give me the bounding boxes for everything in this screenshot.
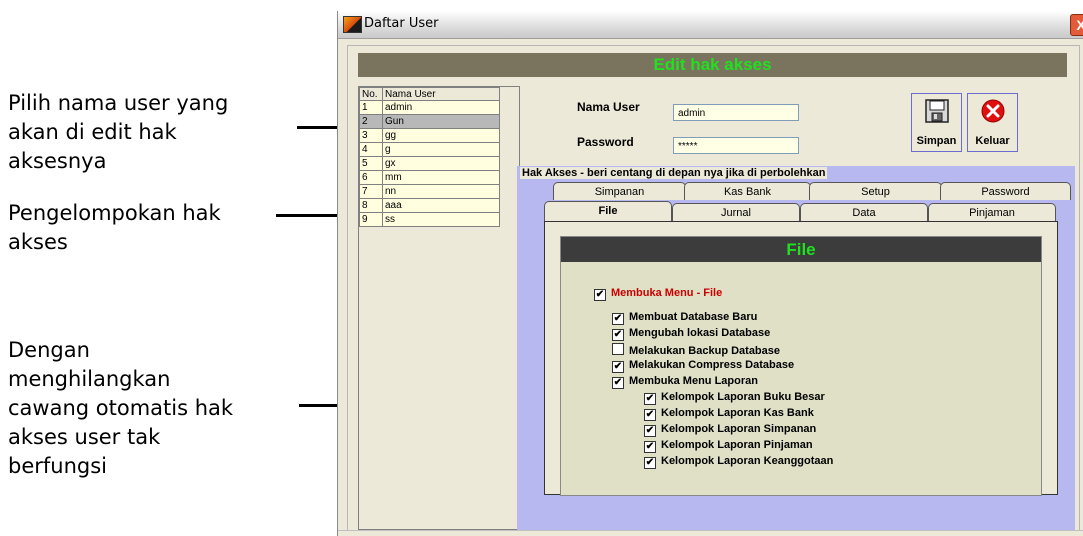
close-icon[interactable]: X <box>1070 14 1083 36</box>
cell-no[interactable]: 3 <box>359 128 383 143</box>
checkbox-laporan-keanggotaan[interactable]: ✔ Kelompok Laporan Keanggotaan <box>644 455 833 469</box>
annotation-grouping: Pengelompokan hak akses <box>8 201 221 254</box>
checkbox-box[interactable]: ✔ <box>612 361 624 373</box>
cell-no[interactable]: 2 <box>359 114 383 129</box>
tab-file[interactable]: File <box>544 201 672 221</box>
cell-user[interactable]: nn <box>382 184 500 199</box>
daftar-user-window: Daftar User X Edit hak akses No. Nama Us… <box>337 11 1083 536</box>
checkbox-label: Membuka Menu Laporan <box>629 375 758 387</box>
app-icon <box>343 16 362 33</box>
checkbox-laporan-pinjaman[interactable]: ✔ Kelompok Laporan Pinjaman <box>644 439 813 453</box>
tab-pinjaman[interactable]: Pinjaman <box>928 203 1056 221</box>
title-bar[interactable]: Daftar User X <box>338 11 1083 39</box>
main-panel: Edit hak akses No. Nama User 1 admin 2 Gun… <box>347 45 1080 536</box>
checkbox-laporan-buku-besar[interactable]: ✔ Kelompok Laporan Buku Besar <box>644 391 825 405</box>
checkbox-label: Kelompok Laporan Kas Bank <box>661 407 814 419</box>
cell-no[interactable]: 6 <box>359 170 383 185</box>
header-banner: Edit hak akses <box>358 53 1067 77</box>
floppy-disk-icon <box>924 99 949 123</box>
user-grid[interactable]: No. Nama User 1 admin 2 Gun 3 gg 4g 5 gx 6 mm… <box>358 86 520 530</box>
sheet-header: File <box>561 237 1041 262</box>
exit-button[interactable]: Keluar <box>967 93 1018 152</box>
checkbox-label: Membuat Database Baru <box>629 311 758 323</box>
table-row[interactable]: 8 aaa <box>359 198 500 213</box>
save-button[interactable]: Simpan <box>911 93 962 152</box>
access-rights-group: Hak Akses - beri centang di depan nya ji… <box>517 166 1075 530</box>
cell-no[interactable]: 9 <box>359 212 383 227</box>
table-row[interactable]: 4g <box>359 142 500 157</box>
table-row[interactable]: 3 gg <box>359 128 500 143</box>
checkbox-box[interactable]: ✔ <box>612 377 624 389</box>
table-row[interactable]: 6 mm <box>359 170 500 185</box>
checkbox-box[interactable]: ✔ <box>612 313 624 325</box>
cell-no[interactable]: 4 <box>359 142 383 157</box>
table-row[interactable]: 2 Gun <box>359 114 500 129</box>
cell-no[interactable]: 7 <box>359 184 383 199</box>
cell-user[interactable]: mm <box>382 170 500 185</box>
checkbox-label: Melakukan Compress Database <box>629 359 795 371</box>
cell-no[interactable]: 8 <box>359 198 383 213</box>
checkbox-label: Membuka Menu - File <box>611 287 723 299</box>
nama-user-field[interactable]: admin <box>673 104 799 121</box>
table-row[interactable]: 9 ss <box>359 212 500 227</box>
cell-user[interactable]: gx <box>382 156 500 171</box>
cell-user[interactable]: ss <box>382 212 500 227</box>
tab-simpanan[interactable]: Simpanan <box>553 182 686 200</box>
cell-user[interactable]: Gun <box>382 114 500 129</box>
window-title: Daftar User <box>364 16 439 31</box>
checkbox-melakukan-compress-database[interactable]: ✔ Melakukan Compress Database <box>612 359 794 373</box>
checkbox-label: Kelompok Laporan Keanggotaan <box>661 455 834 467</box>
tab-data[interactable]: Data <box>800 203 928 221</box>
checkbox-laporan-simpanan[interactable]: ✔ Kelompok Laporan Simpanan <box>644 423 816 437</box>
cell-user[interactable]: admin <box>382 100 500 115</box>
checkbox-membuka-menu-laporan[interactable]: ✔ Membuka Menu Laporan <box>612 375 758 389</box>
password-field[interactable]: ***** <box>673 137 799 154</box>
group-caption: Hak Akses - beri centang di depan nya ji… <box>520 167 828 179</box>
checkbox-box[interactable]: ✔ <box>644 457 656 469</box>
tab-page-file: File ✔ Membuka Menu - File ✔ Membuat Datab… <box>544 221 1058 496</box>
checkbox-box[interactable]: ✔ <box>644 409 656 421</box>
close-circle-icon <box>981 99 1004 123</box>
checkbox-mengubah-lokasi-database[interactable]: ✔ Mengubah lokasi Database <box>612 327 770 341</box>
password-label: Password <box>577 135 634 149</box>
checkbox-laporan-kas-bank[interactable]: ✔ Kelompok Laporan Kas Bank <box>644 407 814 421</box>
save-button-label: Simpan <box>916 135 957 147</box>
checkbox-label: Kelompok Laporan Pinjaman <box>661 439 813 451</box>
checkbox-box[interactable]: ✔ <box>644 441 656 453</box>
cell-user[interactable]: aaa <box>382 198 500 213</box>
checkbox-label: Kelompok Laporan Simpanan <box>661 423 817 435</box>
cell-no[interactable]: 1 <box>359 100 383 115</box>
checkbox-label: Mengubah lokasi Database <box>629 327 771 339</box>
status-bar <box>338 530 1083 536</box>
checkbox-box[interactable]: ✔ <box>644 393 656 405</box>
checkbox-membuka-menu-file[interactable]: ✔ Membuka Menu - File <box>594 287 722 301</box>
checkbox-box[interactable]: ✔ <box>644 425 656 437</box>
tab-kas-bank[interactable]: Kas Bank <box>684 182 811 200</box>
tab-setup[interactable]: Setup <box>809 182 942 200</box>
annotation-uncheck: Dengan menghilangkan cawang otomatis hak… <box>8 338 234 478</box>
annotation-select-user: Pilih nama user yang akan di edit hak ak… <box>8 91 229 173</box>
table-row[interactable]: 7 nn <box>359 184 500 199</box>
checkbox-label: Kelompok Laporan Buku Besar <box>661 391 825 403</box>
column-header-nama-user[interactable]: Nama User <box>382 87 500 101</box>
nama-user-label: Nama User <box>577 100 640 114</box>
exit-button-label: Keluar <box>975 135 1010 147</box>
column-header-no[interactable]: No. <box>359 87 383 101</box>
cell-no[interactable]: 5 <box>359 156 383 171</box>
checkbox-melakukan-backup-database[interactable]: Melakukan Backup Database <box>612 343 780 357</box>
checkbox-box[interactable]: ✔ <box>594 289 606 301</box>
tab-password[interactable]: Password <box>940 182 1071 200</box>
checkbox-membuat-database-baru[interactable]: ✔ Membuat Database Baru <box>612 311 757 325</box>
banner-title: Edit hak akses <box>653 55 772 74</box>
table-row[interactable]: 5 gx <box>359 156 500 171</box>
checkbox-label: Melakukan Backup Database <box>629 345 781 357</box>
checkbox-box[interactable]: ✔ <box>612 329 624 341</box>
tab-jurnal[interactable]: Jurnal <box>672 203 800 221</box>
cell-user[interactable]: g <box>382 142 500 157</box>
file-permissions-sheet: File ✔ Membuka Menu - File ✔ Membuat Datab… <box>560 236 1042 496</box>
cell-user[interactable]: gg <box>382 128 500 143</box>
table-row[interactable]: 1 admin <box>359 100 500 115</box>
checkbox-box[interactable] <box>612 343 624 355</box>
